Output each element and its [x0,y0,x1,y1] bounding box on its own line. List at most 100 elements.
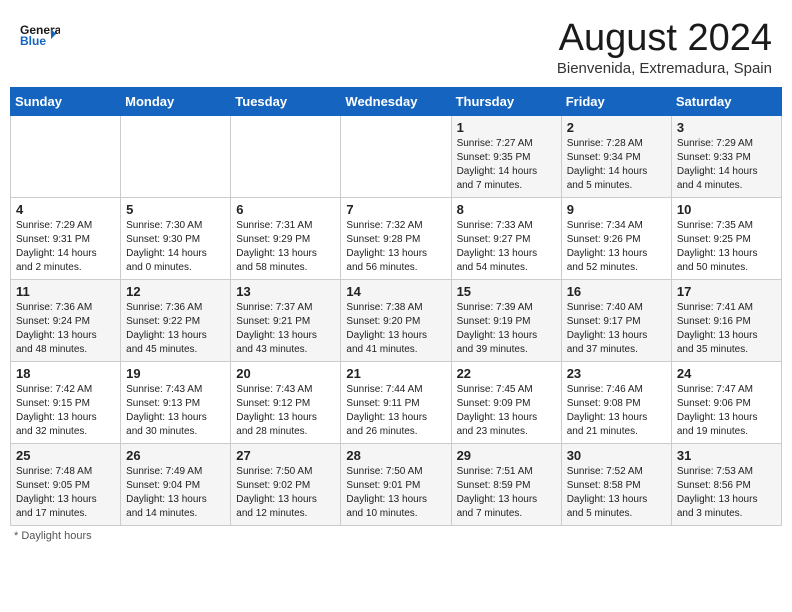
day-header-thursday: Thursday [451,87,561,115]
day-header-sunday: Sunday [11,87,121,115]
day-info: Sunrise: 7:35 AM Sunset: 9:25 PM Dayligh… [677,219,776,275]
day-info: Sunrise: 7:53 AM Sunset: 8:56 PM Dayligh… [677,465,776,521]
day-cell: 22 Sunrise: 7:45 AM Sunset: 9:09 PM Dayli… [451,361,561,443]
day-cell: 3 Sunrise: 7:29 AM Sunset: 9:33 PM Daylig… [671,115,781,197]
day-number: 22 [457,366,556,381]
day-header-saturday: Saturday [671,87,781,115]
day-cell: 31 Sunrise: 7:53 AM Sunset: 8:56 PM Dayli… [671,443,781,525]
day-cell: 16 Sunrise: 7:40 AM Sunset: 9:17 PM Dayli… [561,279,671,361]
header-area: General Blue August 2024 Bienvenida, Ext… [10,10,782,83]
day-info: Sunrise: 7:50 AM Sunset: 9:02 PM Dayligh… [236,465,335,521]
day-number: 12 [126,284,225,299]
day-number: 13 [236,284,335,299]
day-cell [231,115,341,197]
day-number: 26 [126,448,225,463]
day-header-tuesday: Tuesday [231,87,341,115]
day-info: Sunrise: 7:44 AM Sunset: 9:11 PM Dayligh… [346,383,445,439]
day-number: 16 [567,284,666,299]
day-number: 5 [126,202,225,217]
day-number: 7 [346,202,445,217]
day-cell: 11 Sunrise: 7:36 AM Sunset: 9:24 PM Dayli… [11,279,121,361]
day-cell: 24 Sunrise: 7:47 AM Sunset: 9:06 PM Dayli… [671,361,781,443]
svg-text:Blue: Blue [20,34,46,48]
day-number: 27 [236,448,335,463]
day-info: Sunrise: 7:43 AM Sunset: 9:12 PM Dayligh… [236,383,335,439]
day-cell: 5 Sunrise: 7:30 AM Sunset: 9:30 PM Daylig… [121,197,231,279]
day-cell: 13Sunrise: 7:37 AM Sunset: 9:21 PM Dayli… [231,279,341,361]
day-info: Sunrise: 7:48 AM Sunset: 9:05 PM Dayligh… [16,465,115,521]
day-number: 21 [346,366,445,381]
day-number: 9 [567,202,666,217]
day-number: 6 [236,202,335,217]
day-cell: 9 Sunrise: 7:34 AM Sunset: 9:26 PM Daylig… [561,197,671,279]
calendar-table: SundayMondayTuesdayWednesdayThursdayFrid… [10,87,782,526]
day-info: Sunrise: 7:31 AM Sunset: 9:29 PM Dayligh… [236,219,335,275]
day-cell: 29Sunrise: 7:51 AM Sunset: 8:59 PM Dayli… [451,443,561,525]
week-row-3: 11 Sunrise: 7:36 AM Sunset: 9:24 PM Dayli… [11,279,782,361]
day-info: Sunrise: 7:49 AM Sunset: 9:04 PM Dayligh… [126,465,225,521]
day-header-friday: Friday [561,87,671,115]
day-info: Sunrise: 7:27 AM Sunset: 9:35 PM Dayligh… [457,137,556,193]
day-info: Sunrise: 7:46 AM Sunset: 9:08 PM Dayligh… [567,383,666,439]
logo: General Blue [20,18,60,52]
day-cell: 10 Sunrise: 7:35 AM Sunset: 9:25 PM Dayli… [671,197,781,279]
day-number: 4 [16,202,115,217]
day-header-monday: Monday [121,87,231,115]
week-row-5: 25Sunrise: 7:48 AM Sunset: 9:05 PM Dayli… [11,443,782,525]
day-info: Sunrise: 7:32 AM Sunset: 9:28 PM Dayligh… [346,219,445,275]
day-number: 24 [677,366,776,381]
day-cell: 27 Sunrise: 7:50 AM Sunset: 9:02 PM Dayli… [231,443,341,525]
day-info: Sunrise: 7:50 AM Sunset: 9:01 PM Dayligh… [346,465,445,521]
day-number: 23 [567,366,666,381]
day-info: Sunrise: 7:39 AM Sunset: 9:19 PM Dayligh… [457,301,556,357]
day-info: Sunrise: 7:47 AM Sunset: 9:06 PM Dayligh… [677,383,776,439]
day-cell: 6 Sunrise: 7:31 AM Sunset: 9:29 PM Daylig… [231,197,341,279]
day-cell: 12 Sunrise: 7:36 AM Sunset: 9:22 PM Dayli… [121,279,231,361]
day-number: 30 [567,448,666,463]
day-number: 1 [457,120,556,135]
day-info: Sunrise: 7:29 AM Sunset: 9:33 PM Dayligh… [677,137,776,193]
day-cell: 1 Sunrise: 7:27 AM Sunset: 9:35 PM Daylig… [451,115,561,197]
day-number: 19 [126,366,225,381]
day-info: Sunrise: 7:45 AM Sunset: 9:09 PM Dayligh… [457,383,556,439]
day-cell: 7 Sunrise: 7:32 AM Sunset: 9:28 PM Daylig… [341,197,451,279]
week-row-1: 1 Sunrise: 7:27 AM Sunset: 9:35 PM Daylig… [11,115,782,197]
day-info: Sunrise: 7:42 AM Sunset: 9:15 PM Dayligh… [16,383,115,439]
day-info: Sunrise: 7:52 AM Sunset: 8:58 PM Dayligh… [567,465,666,521]
days-header-row: SundayMondayTuesdayWednesdayThursdayFrid… [11,87,782,115]
day-cell [341,115,451,197]
day-cell [11,115,121,197]
day-number: 2 [567,120,666,135]
day-info: Sunrise: 7:36 AM Sunset: 9:22 PM Dayligh… [126,301,225,357]
day-cell: 4 Sunrise: 7:29 AM Sunset: 9:31 PM Daylig… [11,197,121,279]
day-number: 20 [236,366,335,381]
day-info: Sunrise: 7:51 AM Sunset: 8:59 PM Dayligh… [457,465,556,521]
day-info: Sunrise: 7:30 AM Sunset: 9:30 PM Dayligh… [126,219,225,275]
day-cell [121,115,231,197]
day-number: 8 [457,202,556,217]
day-cell: 25Sunrise: 7:48 AM Sunset: 9:05 PM Dayli… [11,443,121,525]
day-cell: 28Sunrise: 7:50 AM Sunset: 9:01 PM Dayli… [341,443,451,525]
day-cell: 8Sunrise: 7:33 AM Sunset: 9:27 PM Daylig… [451,197,561,279]
day-cell: 15Sunrise: 7:39 AM Sunset: 9:19 PM Dayli… [451,279,561,361]
footer-note-text: Daylight hours [21,530,91,542]
day-number: 14 [346,284,445,299]
day-cell: 14Sunrise: 7:38 AM Sunset: 9:20 PM Dayli… [341,279,451,361]
day-info: Sunrise: 7:28 AM Sunset: 9:34 PM Dayligh… [567,137,666,193]
week-row-2: 4 Sunrise: 7:29 AM Sunset: 9:31 PM Daylig… [11,197,782,279]
week-row-4: 18Sunrise: 7:42 AM Sunset: 9:15 PM Dayli… [11,361,782,443]
day-number: 11 [16,284,115,299]
day-info: Sunrise: 7:34 AM Sunset: 9:26 PM Dayligh… [567,219,666,275]
footer-note: * Daylight hours [10,530,782,542]
day-number: 10 [677,202,776,217]
day-number: 3 [677,120,776,135]
day-cell: 2 Sunrise: 7:28 AM Sunset: 9:34 PM Daylig… [561,115,671,197]
day-cell: 19 Sunrise: 7:43 AM Sunset: 9:13 PM Dayli… [121,361,231,443]
day-cell: 20 Sunrise: 7:43 AM Sunset: 9:12 PM Dayli… [231,361,341,443]
day-info: Sunrise: 7:40 AM Sunset: 9:17 PM Dayligh… [567,301,666,357]
day-info: Sunrise: 7:43 AM Sunset: 9:13 PM Dayligh… [126,383,225,439]
day-info: Sunrise: 7:29 AM Sunset: 9:31 PM Dayligh… [16,219,115,275]
day-info: Sunrise: 7:41 AM Sunset: 9:16 PM Dayligh… [677,301,776,357]
day-number: 31 [677,448,776,463]
day-info: Sunrise: 7:36 AM Sunset: 9:24 PM Dayligh… [16,301,115,357]
